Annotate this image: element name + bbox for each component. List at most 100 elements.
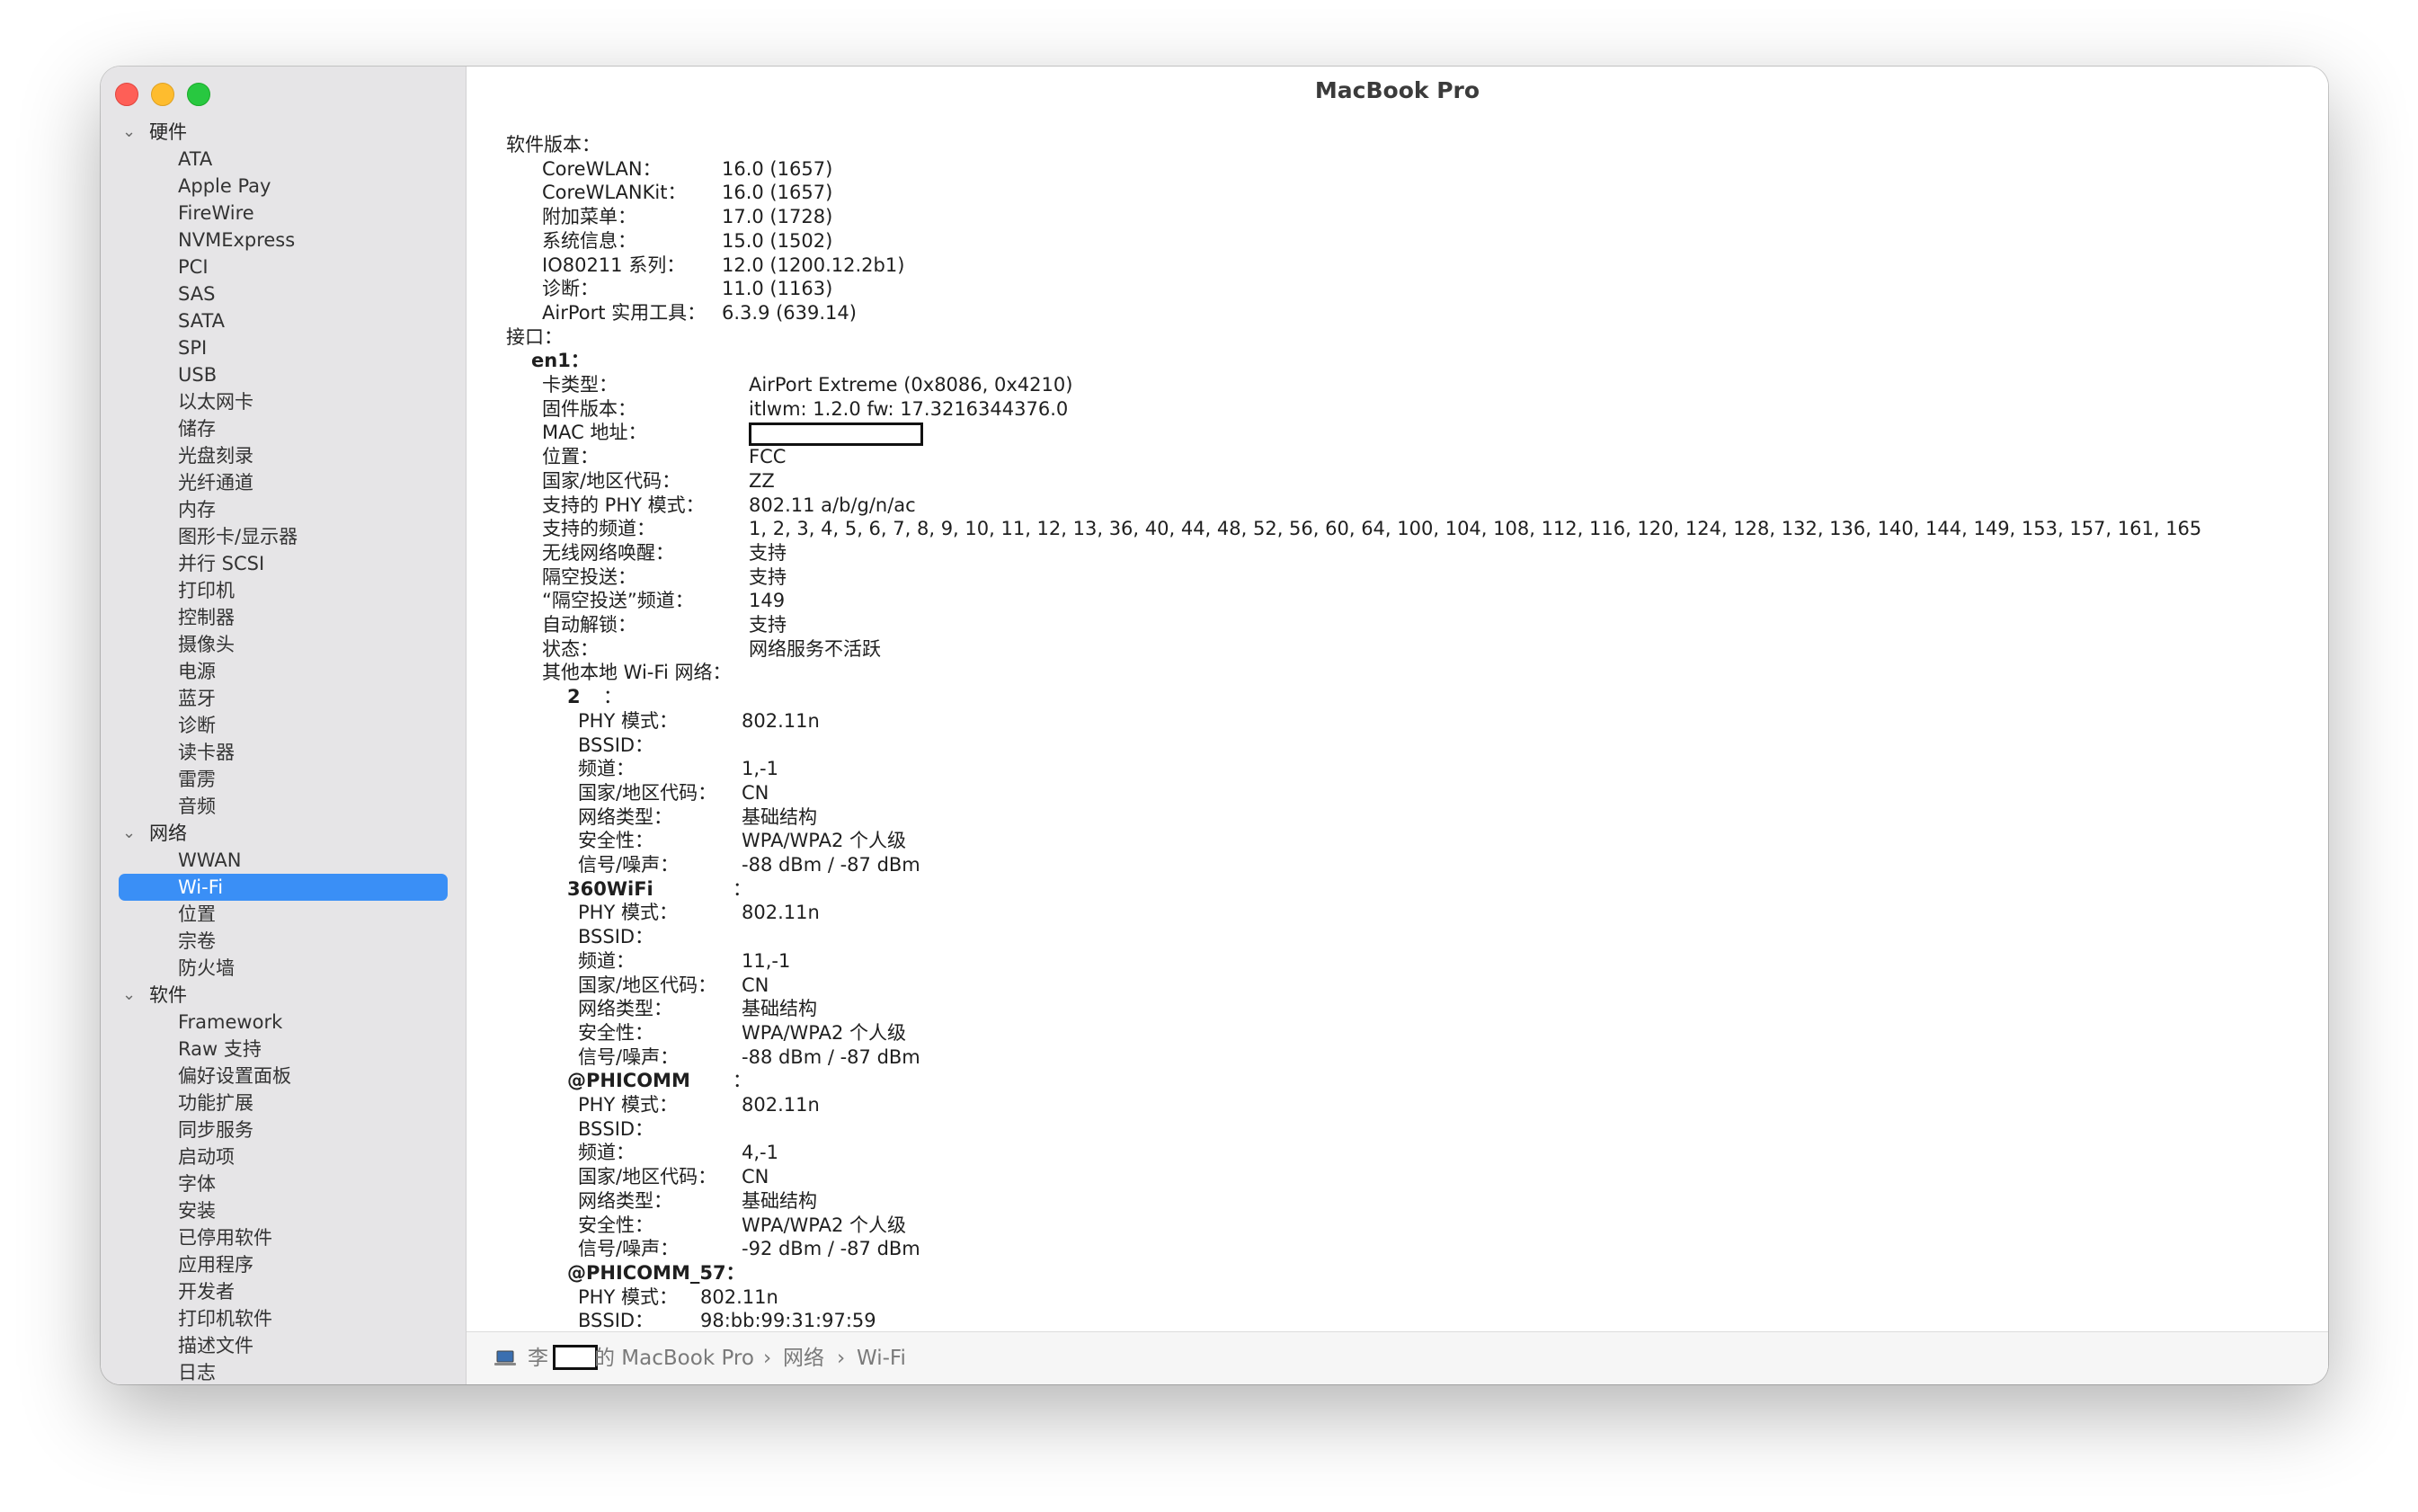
sidebar-item[interactable]: 打印机 — [101, 577, 466, 604]
field-label: PHY 模式： — [578, 1285, 678, 1308]
sidebar-item[interactable]: WWAN — [101, 847, 466, 874]
sidebar-item[interactable]: 控制器 — [101, 604, 466, 631]
close-button[interactable] — [115, 83, 138, 106]
sidebar-item[interactable]: Wi-Fi — [119, 874, 448, 901]
field-label: 位置： — [542, 446, 599, 468]
field-value: CN — [742, 974, 769, 996]
sidebar-item[interactable]: ATA — [101, 146, 466, 173]
sidebar-item[interactable]: 日志 — [101, 1359, 466, 1384]
field-value: CN — [742, 781, 769, 804]
sidebar-item[interactable]: 光纤通道 — [101, 469, 466, 496]
sidebar-item[interactable]: 应用程序 — [101, 1251, 466, 1278]
network-name: @PHICOMM_57： — [567, 1261, 745, 1284]
section-heading: 接口： — [506, 325, 563, 348]
chevron-down-icon[interactable]: ⌄ — [122, 820, 136, 847]
sidebar-item[interactable]: 电源 — [101, 658, 466, 685]
sidebar-item[interactable]: 宗卷 — [101, 928, 466, 955]
sidebar-item[interactable]: Apple Pay — [101, 173, 466, 200]
system-information-window: ⌄ 硬件 ATA Apple Pay FireWire NVMExpress PCI SAS S… — [101, 67, 2328, 1384]
sidebar-item[interactable]: 储存 — [101, 415, 466, 442]
field-label: 安全性： — [578, 1214, 653, 1236]
sidebar-item[interactable]: 同步服务 — [101, 1116, 466, 1143]
breadcrumb-computer[interactable]: 的 MacBook Pro — [594, 1332, 754, 1384]
field-label: 附加菜单： — [542, 206, 636, 228]
sidebar-item[interactable]: 内存 — [101, 496, 466, 523]
field-label: CoreWLAN： — [542, 157, 662, 180]
sidebar-item[interactable]: NVMExpress — [101, 227, 466, 253]
field-value: -88 dBm / -87 dBm — [742, 1045, 920, 1068]
field-label: 国家/地区代码： — [578, 1166, 717, 1188]
sidebar-group[interactable]: ⌄ 网络 — [101, 820, 466, 847]
sidebar-item[interactable]: SAS — [101, 280, 466, 307]
field-label: 隔空投送： — [542, 565, 636, 588]
sidebar-item[interactable]: 以太网卡 — [101, 388, 466, 415]
sidebar-item[interactable]: 启动项 — [101, 1143, 466, 1170]
field-value: 802.11n — [700, 1285, 778, 1308]
sidebar-item[interactable]: Raw 支持 — [101, 1036, 466, 1063]
sidebar-item[interactable]: Framework — [101, 1009, 466, 1036]
sidebar-item[interactable]: 蓝牙 — [101, 685, 466, 712]
sidebar-item[interactable]: 并行 SCSI — [101, 550, 466, 577]
sidebar-group[interactable]: ⌄ 软件 — [101, 982, 466, 1009]
breadcrumb-separator: › — [837, 1347, 846, 1370]
sidebar-item[interactable]: USB — [101, 361, 466, 388]
sidebar-group-label: 硬件 — [149, 121, 187, 143]
sidebar-item[interactable]: 开发者 — [101, 1278, 466, 1305]
category-tree: ⌄ 硬件 ATA Apple Pay FireWire NVMExpress PCI SAS S… — [101, 119, 466, 1384]
field-label: 无线网络唤醒： — [542, 541, 674, 564]
field-value: 11,-1 — [742, 949, 791, 972]
field-label: BSSID： — [578, 1117, 654, 1140]
sidebar-item[interactable]: 字体 — [101, 1170, 466, 1197]
sidebar-item[interactable]: 摄像头 — [101, 631, 466, 658]
field-value: WPA/WPA2 个人级 — [742, 1021, 907, 1044]
field-label: 频道： — [578, 758, 635, 780]
breadcrumb-owner-prefix[interactable]: 李 — [528, 1332, 548, 1384]
chevron-down-icon[interactable]: ⌄ — [122, 119, 136, 146]
sidebar: ⌄ 硬件 ATA Apple Pay FireWire NVMExpress PCI SAS S… — [101, 67, 467, 1384]
sidebar-item[interactable]: 描述文件 — [101, 1332, 466, 1359]
sidebar-item[interactable]: 位置 — [101, 901, 466, 928]
field-label: PHY 模式： — [578, 709, 678, 732]
section-heading: 软件版本： — [506, 134, 600, 156]
field-label: 信号/噪声： — [578, 1238, 680, 1260]
breadcrumb-wifi[interactable]: Wi-Fi — [857, 1332, 906, 1384]
sidebar-item[interactable]: 读卡器 — [101, 739, 466, 766]
sidebar-item[interactable]: SATA — [101, 307, 466, 334]
sidebar-item[interactable]: 音频 — [101, 793, 466, 820]
field-value: 6.3.9 (639.14) — [722, 301, 857, 324]
field-value: -88 dBm / -87 dBm — [742, 854, 920, 876]
sidebar-group[interactable]: ⌄ 硬件 — [101, 119, 466, 146]
field-value: WPA/WPA2 个人级 — [742, 1214, 907, 1236]
sidebar-item[interactable]: 诊断 — [101, 712, 466, 739]
field-value: 支持 — [749, 614, 787, 636]
sidebar-item[interactable]: PCI — [101, 253, 466, 280]
field-label: 网络类型： — [578, 998, 672, 1020]
breadcrumb-network[interactable]: 网络 — [783, 1332, 824, 1384]
sidebar-item[interactable]: SPI — [101, 334, 466, 361]
field-label: 安全性： — [578, 830, 653, 852]
zoom-button[interactable] — [187, 83, 210, 106]
sidebar-item[interactable]: 防火墙 — [101, 955, 466, 982]
sidebar-item[interactable]: 图形卡/显示器 — [101, 523, 466, 550]
sidebar-item[interactable]: 雷雳 — [101, 766, 466, 793]
sidebar-item[interactable]: 已停用软件 — [101, 1224, 466, 1251]
field-label: BSSID： — [578, 1310, 654, 1332]
sidebar-item[interactable]: 功能扩展 — [101, 1090, 466, 1116]
sidebar-item[interactable]: 偏好设置面板 — [101, 1063, 466, 1090]
field-value: FCC — [749, 446, 787, 468]
field-label: MAC 地址： — [542, 422, 647, 444]
minimize-button[interactable] — [151, 83, 174, 106]
sidebar-item[interactable]: 安装 — [101, 1197, 466, 1224]
sidebar-item[interactable]: 光盘刻录 — [101, 442, 466, 469]
field-value: 15.0 (1502) — [722, 229, 833, 252]
chevron-down-icon[interactable]: ⌄ — [122, 982, 136, 1009]
field-label: PHY 模式： — [578, 902, 678, 924]
field-label: AirPort 实用工具： — [542, 301, 707, 324]
field-value: 802.11n — [742, 709, 820, 732]
field-value: 1, 2, 3, 4, 5, 6, 7, 8, 9, 10, 11, 12, 1… — [749, 518, 2202, 540]
sidebar-item[interactable]: FireWire — [101, 200, 466, 227]
field-value: 基础结构 — [742, 805, 817, 828]
field-value: 1,-1 — [742, 758, 778, 780]
interface-name: en1： — [531, 350, 590, 372]
sidebar-item[interactable]: 打印机软件 — [101, 1305, 466, 1332]
